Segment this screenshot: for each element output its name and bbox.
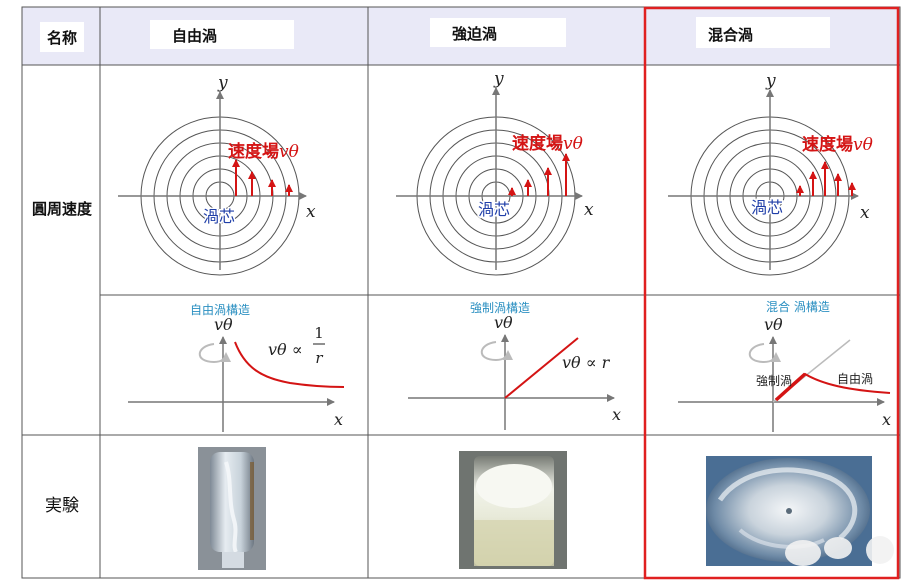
row-label-velocity: 圓周速度 <box>32 200 93 218</box>
formula-numerator: 1 <box>314 324 324 342</box>
v-axis-label: vθ <box>494 313 513 332</box>
x-axis-label: x <box>612 405 621 424</box>
forced-vortex-label: 強制渦 <box>756 373 792 388</box>
y-axis-label: y <box>493 69 504 89</box>
name-header: 名称 <box>47 29 77 47</box>
photo-bottle-vortex <box>198 447 266 570</box>
x-axis-label: x <box>882 410 891 429</box>
x-axis-label: x <box>584 200 594 220</box>
col1-header: 自由渦 <box>172 27 217 45</box>
row-label-experiment: 実験 <box>45 496 79 516</box>
x-axis-label: x <box>860 203 870 223</box>
polar-diagram-forced: y x 渦芯 速度場vθ <box>396 69 594 276</box>
velocity-arrows <box>796 161 856 196</box>
x-axis-label: x <box>334 410 343 429</box>
velocity-arrows <box>508 153 570 196</box>
formula: vθ ∝ r <box>562 353 611 372</box>
profile-forced: 強制渦構造 vθ x vθ ∝ r <box>408 300 621 430</box>
rotation-arrow-icon <box>198 343 231 364</box>
core-label: 渦芯 <box>478 200 510 219</box>
x-axis-label: x <box>306 202 316 222</box>
velocity-arrows <box>232 159 293 196</box>
core-label: 渦芯 <box>203 207 235 226</box>
formula-left: vθ ∝ <box>268 340 303 359</box>
y-axis-label: y <box>765 71 776 91</box>
core-label: 渦芯 <box>751 198 783 217</box>
v-axis-label: vθ <box>214 315 233 334</box>
formula-denominator: r <box>315 349 323 367</box>
v-axis-label: vθ <box>764 315 783 334</box>
profile-combined: 混合 渦構造 vθ x 強制渦 自由渦 <box>678 299 891 432</box>
field-label: 速度場vθ <box>228 141 299 162</box>
field-label: 速度場vθ <box>512 133 583 154</box>
profile-free: 自由渦構造 vθ x vθ ∝ 1 r <box>128 302 345 432</box>
photo-jar-vortex <box>459 451 567 569</box>
free-vortex-label: 自由渦 <box>837 371 873 386</box>
field-label: 速度場vθ <box>802 134 873 155</box>
col2-header: 強迫渦 <box>452 25 497 43</box>
col2-header-box <box>430 18 566 47</box>
vortex-table: 名称 自由渦 強迫渦 混合渦 圓周速度 実験 y x 渦芯 速度場vθ y x … <box>21 6 901 580</box>
col3-header: 混合渦 <box>708 26 753 44</box>
polar-diagram-free: y x 渦芯 速度場vθ <box>118 73 316 276</box>
profile-title: 混合 渦構造 <box>766 299 830 314</box>
polar-diagram-combined: y x 渦芯 速度場vθ <box>668 71 873 276</box>
photo-typhoon <box>706 456 894 566</box>
rotation-arrow-icon <box>480 341 513 362</box>
y-axis-label: y <box>217 73 228 93</box>
rotation-arrow-icon <box>748 343 781 364</box>
